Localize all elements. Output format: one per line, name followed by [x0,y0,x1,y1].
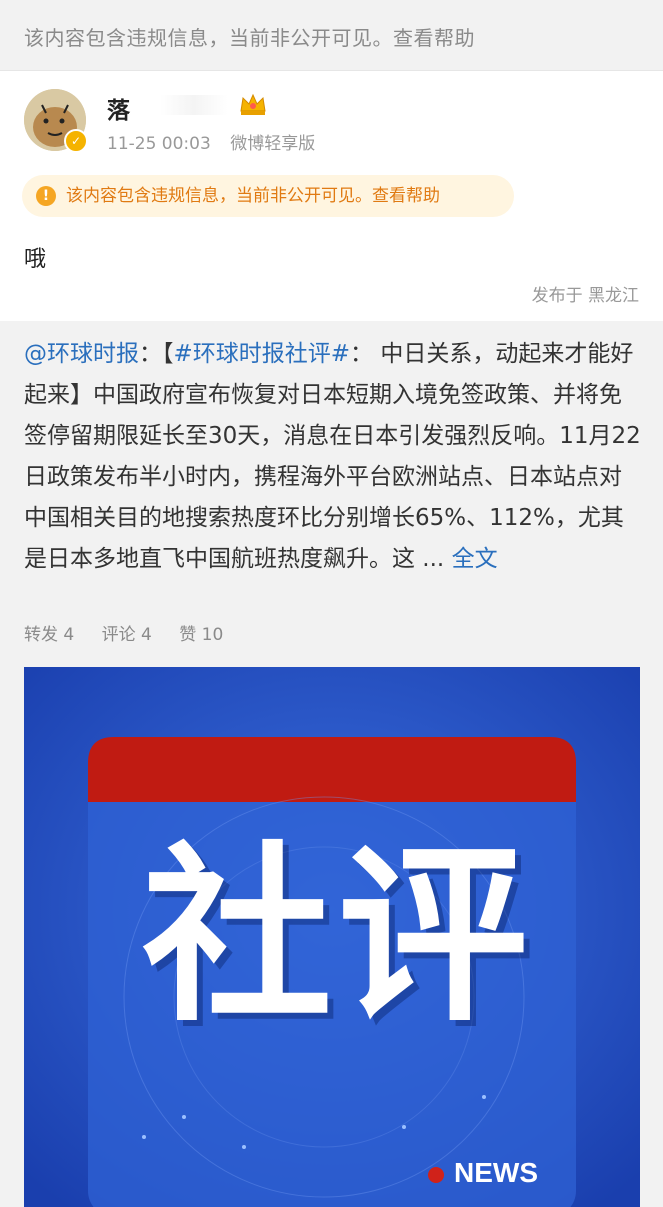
news-image[interactable]: 社评 NEWS [24,667,640,1207]
username-redacted [160,95,228,115]
read-more-link[interactable]: 全文 [452,546,498,572]
news-label: NEWS [454,1157,538,1188]
image-headline: 社评 [141,826,534,1047]
news-dot-icon [428,1167,444,1183]
violation-notice[interactable]: ! 该内容包含违规信息，当前非公开可见。查看帮助 [22,175,514,217]
comment-count-button[interactable]: 评论 4 [102,625,152,645]
repost-colon: ：【 [139,341,174,367]
repost-text: ： 中日关系，动起来才能好起来】中国政府宣布恢复对日本短期入境免签政策、并将免签… [24,341,641,572]
violation-banner: 该内容包含违规信息，当前非公开可见。查看帮助 [0,0,663,70]
violation-banner-text: 该内容包含违规信息，当前非公开可见。查看帮助 [24,26,475,50]
hashtag-link[interactable]: #环球时报社评# [174,341,351,367]
post-text: 哦 [24,247,47,272]
repost-count-button[interactable]: 转发 4 [24,625,74,645]
post-source[interactable]: 微博轻享版 [230,134,315,154]
post-meta: 11-25 00:03 微博轻享版 [107,129,329,154]
reposted-content[interactable]: @环球时报：【#环球时报社评#： 中日关系，动起来才能好起来】中国政府宣布恢复对… [0,322,663,1207]
like-count-button[interactable]: 赞 10 [179,625,223,645]
post-timestamp: 11-25 00:03 [107,134,211,154]
warning-icon: ! [36,186,56,206]
post-location: 发布于 黑龙江 [531,286,639,306]
original-post-card[interactable]: ✓ 落 11-25 00:03 微博轻享版 ! 该内容包含违规信息，当前非公开可… [0,70,663,321]
mention-link[interactable]: @环球时报 [24,341,139,367]
username[interactable]: 落 [107,91,130,125]
crown-icon [238,91,268,117]
violation-notice-text: 该内容包含违规信息，当前非公开可见。查看帮助 [66,186,440,206]
repost-body: @环球时报：【#环球时报社评#： 中日关系，动起来才能好起来】中国政府宣布恢复对… [24,334,642,580]
repost-actions: 转发 4 评论 4 赞 10 [24,620,245,645]
verified-badge-icon: ✓ [64,129,88,153]
